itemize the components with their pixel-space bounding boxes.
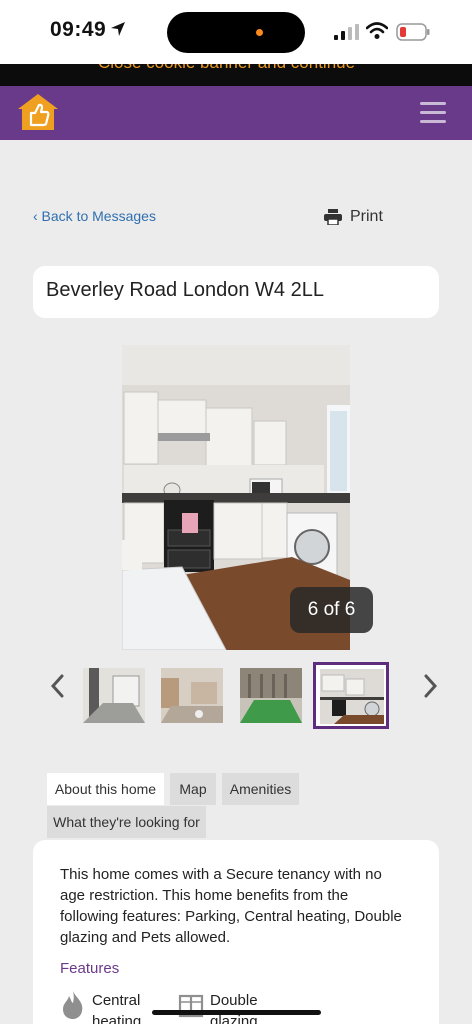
print-label: Print <box>350 208 383 225</box>
thumbnail-6-selected[interactable] <box>313 662 389 729</box>
chevron-left-icon[interactable] <box>48 672 68 700</box>
photo-counter-badge: 6 of 6 <box>290 587 373 633</box>
feature-label: Central heating <box>92 992 142 1024</box>
site-header <box>0 86 472 140</box>
kitchen-thumbnail-image <box>320 669 384 724</box>
wifi-icon <box>366 22 388 39</box>
about-this-home-panel: This home comes with a Secure tenancy wi… <box>33 840 439 1024</box>
print-button[interactable]: Print <box>324 208 383 226</box>
chevron-right-icon[interactable] <box>420 672 440 700</box>
clock: 09:49 <box>50 18 107 41</box>
feature-central-heating: Central heating <box>60 990 152 1024</box>
tab-what-theyre-looking-for[interactable]: What they're looking for <box>47 806 206 838</box>
cookie-banner-link[interactable]: Close cookie banner and continue <box>98 64 355 73</box>
window-icon <box>178 994 204 1018</box>
address-card: Beverley Road London W4 2LL <box>33 266 439 318</box>
bedroom-thumbnail-image <box>161 668 223 723</box>
printer-icon <box>324 209 342 225</box>
menu-icon[interactable] <box>420 102 446 124</box>
recording-dot-icon <box>256 29 263 36</box>
status-bar: 09:49 <box>0 0 472 64</box>
back-to-messages-link[interactable]: ‹ Back to Messages <box>33 208 156 224</box>
home-indicator[interactable] <box>152 1010 321 1015</box>
thumbnail-3[interactable] <box>240 668 302 723</box>
tab-map[interactable]: Map <box>170 773 216 805</box>
thumbs-up-home-logo-icon[interactable] <box>16 92 60 132</box>
location-arrow-icon <box>111 22 125 36</box>
battery-low-icon <box>396 23 430 41</box>
page-title: Beverley Road London W4 2LL <box>46 279 324 301</box>
thumbnail-2[interactable] <box>161 668 223 723</box>
tab-amenities[interactable]: Amenities <box>222 773 299 805</box>
home-description: This home comes with a Secure tenancy wi… <box>60 866 402 946</box>
cellular-signal-icon <box>334 24 359 40</box>
garden-thumbnail-image <box>240 668 302 723</box>
tab-about-this-home[interactable]: About this home <box>47 773 164 805</box>
features-heading: Features <box>60 960 120 977</box>
feature-label: Double glazing <box>210 992 258 1024</box>
cookie-banner[interactable]: Close cookie banner and continue <box>0 64 472 86</box>
hallway-thumbnail-image <box>83 668 145 723</box>
flame-icon <box>63 991 83 1019</box>
dynamic-island <box>167 12 305 53</box>
thumbnail-1[interactable] <box>83 668 145 723</box>
feature-double-glazing: Double glazing <box>178 990 270 1024</box>
